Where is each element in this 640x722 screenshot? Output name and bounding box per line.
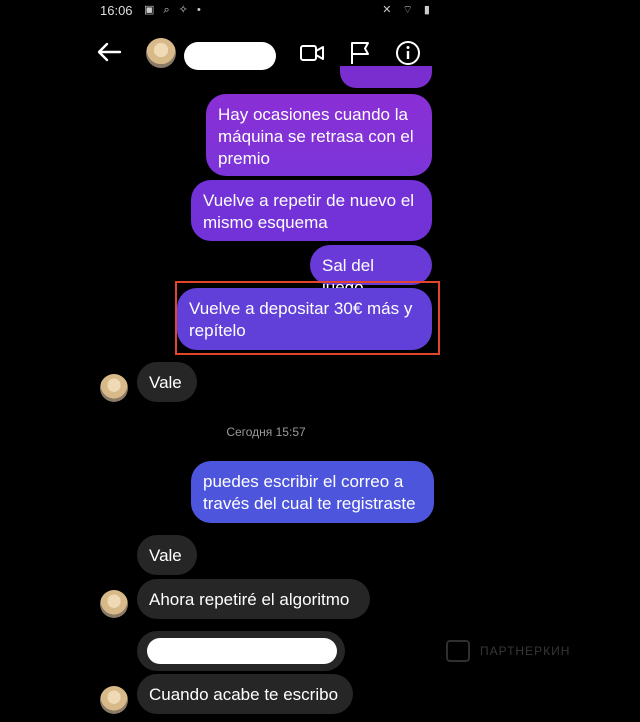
sender-avatar[interactable] <box>100 686 128 714</box>
redaction-bar <box>147 638 337 664</box>
message-outgoing[interactable]: Vuelve a repetir de nuevo el mismo esque… <box>191 180 432 241</box>
highlight-frame <box>175 281 440 355</box>
message-incoming-redacted[interactable] <box>137 631 345 671</box>
back-arrow-icon[interactable] <box>94 37 124 67</box>
contact-name-redacted[interactable] <box>184 42 276 70</box>
chat-timestamp: Сегодня 15:57 <box>226 425 306 439</box>
video-call-icon[interactable] <box>298 39 326 67</box>
message-bubble-partial <box>340 66 432 88</box>
message-incoming[interactable]: Ahora repetiré el algoritmo <box>137 579 370 619</box>
message-outgoing[interactable]: Hay ocasiones cuando la máquina se retra… <box>206 94 432 176</box>
status-time: 16:06 <box>100 3 133 18</box>
message-outgoing[interactable]: Sal del juego <box>310 245 432 297</box>
message-incoming[interactable]: Cuando acabe te escribo <box>137 674 353 714</box>
sender-avatar[interactable] <box>100 374 128 402</box>
flag-icon[interactable] <box>346 39 374 67</box>
notification-icons: ▣ ⌕ ✧ • <box>144 4 204 16</box>
status-bar: 16:06 ▣ ⌕ ✧ • ✕ ⌔ ▮ <box>88 0 444 22</box>
message-outgoing[interactable]: puedes escribir el correo a través del c… <box>191 461 434 523</box>
message-incoming[interactable]: Vale <box>137 535 197 575</box>
sender-avatar[interactable] <box>100 590 128 618</box>
info-icon[interactable] <box>394 39 422 67</box>
system-icons: ✕ ⌔ ▮ <box>382 4 434 16</box>
watermark: ПАРТНЕРКИН <box>446 640 596 664</box>
phone-screen: 16:06 ▣ ⌕ ✧ • ✕ ⌔ ▮ Hay ocasiones cuando… <box>88 0 444 722</box>
watermark-logo-icon <box>446 640 470 662</box>
message-incoming[interactable]: Vale <box>137 362 197 402</box>
watermark-text: ПАРТНЕРКИН <box>480 644 571 658</box>
contact-avatar[interactable] <box>146 38 176 68</box>
